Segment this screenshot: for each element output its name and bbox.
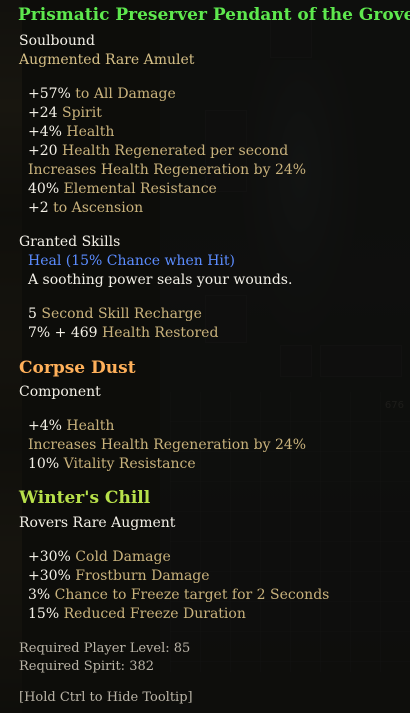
item-stat: +24 Spirit — [28, 105, 102, 121]
required-level: Required Player Level: 85 — [19, 641, 191, 656]
item-stat: +57% to All Damage — [28, 86, 176, 102]
item-stat: +2 to Ascension — [28, 200, 144, 216]
augment-stat: +30% Cold Damage — [28, 549, 171, 565]
component-stat: +4% Health — [28, 418, 115, 434]
granted-skills-header: Granted Skills — [19, 234, 121, 250]
augment-name: Winter's Chill — [19, 488, 151, 508]
item-tooltip: Prismatic Preserver Pendant of the Grove… — [0, 0, 410, 713]
augment-stat: 3% Chance to Freeze target for 2 Seconds — [28, 587, 330, 603]
item-title: Prismatic Preserver Pendant of the Grove — [18, 5, 410, 25]
granted-skill-name: Heal (15% Chance when Hit) — [28, 253, 235, 269]
component-stat: 10% Vitality Resistance — [28, 456, 196, 472]
component-name: Corpse Dust — [19, 358, 136, 378]
required-spirit: Required Spirit: 382 — [19, 659, 155, 674]
component-stat: Increases Health Regeneration by 24% — [28, 437, 307, 453]
component-type: Component — [19, 384, 101, 400]
tooltip-hint: [Hold Ctrl to Hide Tooltip] — [19, 690, 193, 705]
augment-stat: 15% Reduced Freeze Duration — [28, 606, 246, 622]
augment-stat: +30% Frostburn Damage — [28, 568, 210, 584]
item-stat: +4% Health — [28, 124, 115, 140]
item-binding: Soulbound — [19, 33, 95, 49]
item-stat: 40% Elemental Resistance — [28, 181, 217, 197]
item-stat: +20 Health Regenerated per second — [28, 143, 289, 159]
granted-skill-description: A soothing power seals your wounds. — [28, 272, 293, 288]
skill-recharge: 5 Second Skill Recharge — [28, 306, 202, 322]
augment-type: Rovers Rare Augment — [19, 515, 176, 531]
item-type: Augmented Rare Amulet — [19, 52, 195, 68]
item-stat: Increases Health Regeneration by 24% — [28, 162, 307, 178]
skill-health-restored: 7% + 469 Health Restored — [28, 325, 219, 341]
